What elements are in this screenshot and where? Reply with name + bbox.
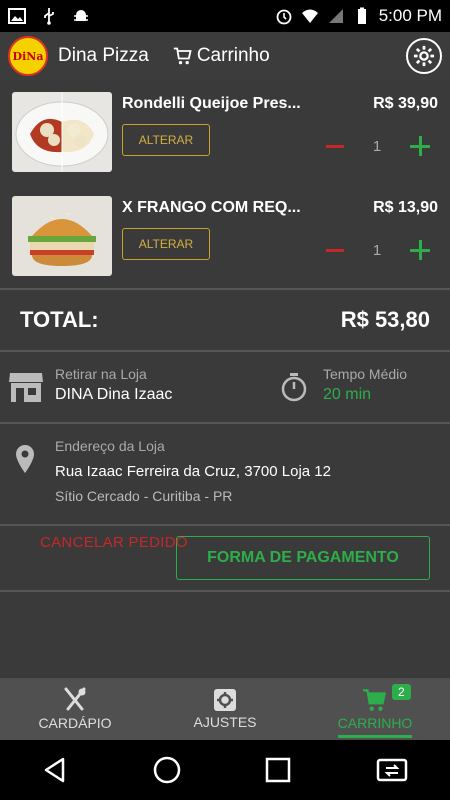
app-bar: DiNa Dina Pizza Carrinho bbox=[0, 32, 450, 80]
nav-cart-label: CARRINHO bbox=[337, 715, 413, 731]
nav-menu[interactable]: CARDÁPIO bbox=[0, 678, 150, 740]
status-time: 5:00 PM bbox=[378, 6, 442, 25]
cart-link-label: Carrinho bbox=[196, 45, 270, 66]
gear-icon bbox=[413, 45, 435, 67]
alarm-icon bbox=[276, 9, 292, 25]
back-icon[interactable] bbox=[41, 756, 69, 784]
address-label: Endereço da Loja bbox=[55, 438, 165, 454]
fork-knife-icon bbox=[64, 687, 86, 711]
location-pin-icon bbox=[16, 445, 34, 473]
wifi-icon bbox=[301, 9, 318, 23]
decrease-quantity-button[interactable] bbox=[326, 144, 344, 148]
total-row: TOTAL: R$ 53,80 bbox=[0, 290, 450, 350]
nav-settings-label: AJUSTES bbox=[193, 714, 257, 730]
item-price: R$ 13,90 bbox=[373, 199, 438, 216]
increase-quantity-button[interactable] bbox=[410, 240, 430, 260]
stopwatch-icon bbox=[281, 373, 307, 402]
average-time-value: 20 min bbox=[323, 386, 372, 403]
cart-item: Rondelli Queijoe Pres... R$ 39,90 ALTERA… bbox=[0, 80, 450, 184]
status-bar: 5:00 PM bbox=[0, 0, 450, 32]
total-value: R$ 53,80 bbox=[340, 307, 430, 332]
burger-image bbox=[12, 196, 112, 276]
total-label: TOTAL: bbox=[20, 307, 99, 332]
cart-content: Rondelli Queijoe Pres... R$ 39,90 ALTERA… bbox=[0, 80, 450, 678]
cart-item: X FRANGO COM REQ... R$ 13,90 ALTERAR 1 bbox=[0, 184, 450, 288]
alter-item-button[interactable]: ALTERAR bbox=[122, 228, 210, 260]
decrease-quantity-button[interactable] bbox=[326, 248, 344, 252]
quantity-value: 1 bbox=[372, 137, 382, 155]
address-section: Endereço da Loja Rua Izaac Ferreira da C… bbox=[0, 424, 450, 524]
rondelli-dish-image bbox=[12, 92, 112, 172]
app-title: Dina Pizza bbox=[58, 45, 149, 66]
settings-button[interactable] bbox=[406, 38, 442, 74]
recents-icon[interactable] bbox=[264, 756, 292, 784]
active-tab-indicator bbox=[338, 735, 412, 738]
item-name: Rondelli Queijoe Pres... bbox=[122, 95, 301, 112]
android-debug-icon bbox=[74, 10, 88, 21]
cancel-order-button[interactable]: CANCELAR PEDIDO bbox=[40, 534, 188, 551]
dina-pizza-logo[interactable]: DiNa bbox=[8, 36, 48, 76]
home-icon[interactable] bbox=[152, 755, 182, 785]
settings-icon bbox=[214, 689, 236, 711]
battery-icon bbox=[357, 7, 366, 24]
quantity-stepper: 1 bbox=[326, 240, 430, 260]
store-icon bbox=[9, 373, 43, 402]
average-time-label: Tempo Médio bbox=[323, 366, 408, 382]
address-line1: Rua Izaac Ferreira da Cruz, 3700 Loja 12 bbox=[55, 463, 331, 480]
quantity-value: 1 bbox=[372, 241, 382, 259]
pickup-section: Retirar na Loja DINA Dina Izaac Tempo Mé… bbox=[0, 352, 450, 422]
divider bbox=[0, 590, 450, 592]
increase-quantity-button[interactable] bbox=[410, 136, 430, 156]
nav-settings[interactable]: AJUSTES bbox=[150, 678, 300, 740]
system-nav-bar bbox=[0, 740, 450, 800]
cart-icon bbox=[363, 689, 387, 711]
signal-icon bbox=[328, 9, 343, 23]
alter-item-button[interactable]: ALTERAR bbox=[122, 124, 210, 156]
screen-switch-icon[interactable] bbox=[375, 755, 409, 785]
cart-link[interactable]: Carrinho bbox=[173, 45, 270, 67]
nav-cart[interactable]: CARRINHO 2 bbox=[300, 678, 450, 740]
cart-icon bbox=[173, 47, 192, 65]
bottom-nav: CARDÁPIO AJUSTES CARRINHO 2 bbox=[0, 678, 450, 740]
address-line2: Sítio Cercado - Curitiba - PR bbox=[55, 488, 233, 504]
item-name: X FRANGO COM REQ... bbox=[122, 199, 301, 216]
store-name: DINA Dina Izaac bbox=[55, 386, 173, 403]
payment-method-button[interactable]: FORMA DE PAGAMENTO bbox=[176, 536, 430, 580]
nav-menu-label: CARDÁPIO bbox=[38, 715, 112, 731]
pickup-mode-label: Retirar na Loja bbox=[55, 366, 147, 382]
usb-icon bbox=[44, 8, 54, 25]
item-price: R$ 39,90 bbox=[373, 95, 438, 112]
cart-count-badge: 2 bbox=[392, 684, 411, 700]
quantity-stepper: 1 bbox=[326, 136, 430, 156]
image-notification-icon bbox=[8, 8, 26, 24]
